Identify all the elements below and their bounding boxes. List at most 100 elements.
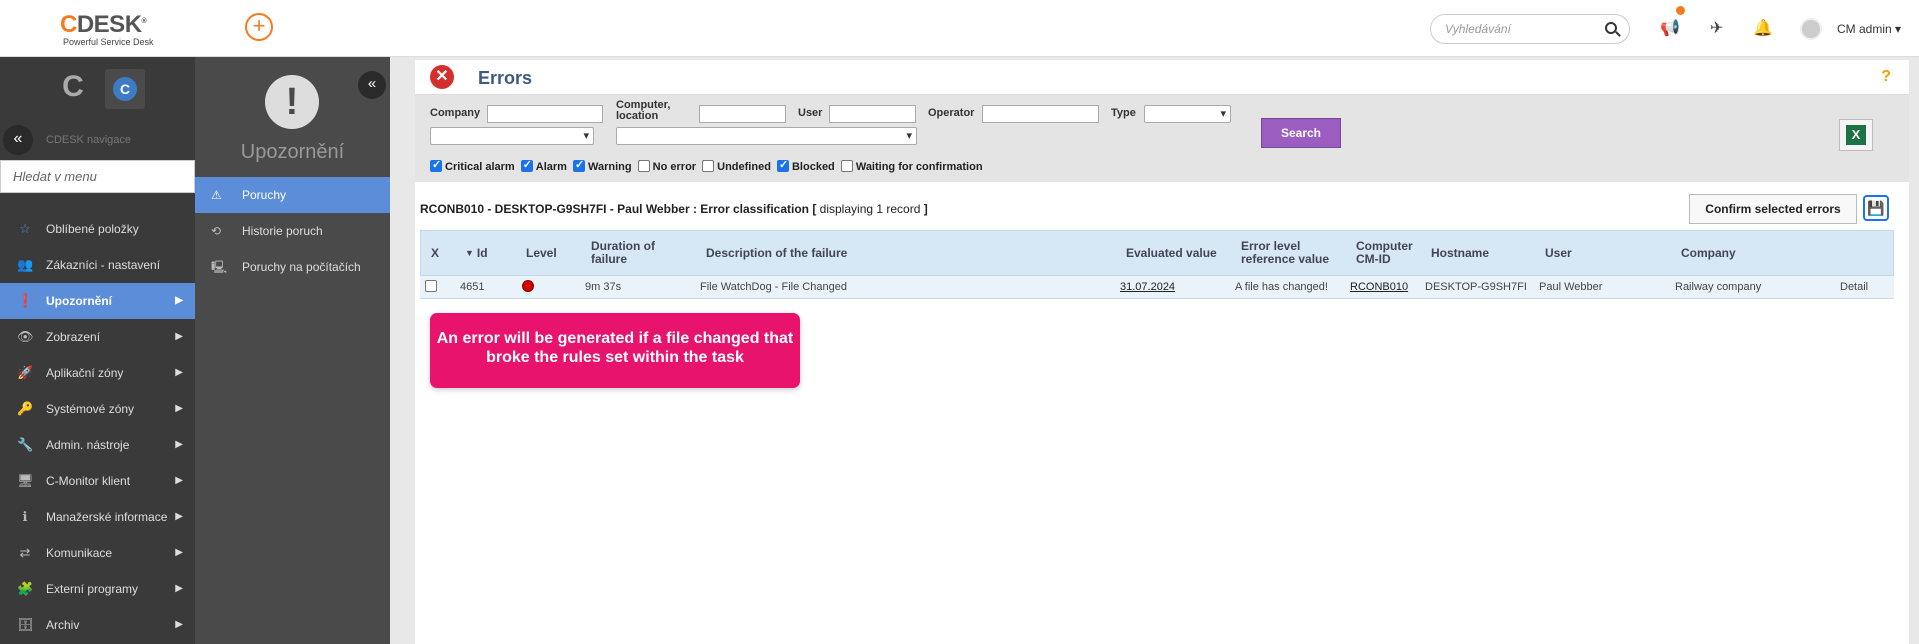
- excel-icon: X: [1846, 125, 1866, 145]
- warning-checkbox[interactable]: Warning: [573, 158, 632, 173]
- bell-icon[interactable]: 🔔: [1753, 18, 1773, 38]
- help-icon[interactable]: ?: [1881, 68, 1891, 86]
- puzzle-icon: 🧩: [17, 581, 34, 596]
- operator-input[interactable]: [982, 105, 1099, 123]
- col-header-duration[interactable]: Duration of failure: [591, 231, 671, 275]
- avatar[interactable]: [1800, 18, 1822, 40]
- users-icon: 👥: [17, 257, 34, 272]
- cell-hostname: DESKTOP-G9SH7FI: [1425, 281, 1527, 293]
- sidebar-item-system-zones[interactable]: 🔑 Systémové zóny ▶: [0, 391, 195, 427]
- col-header-user[interactable]: User: [1545, 231, 1572, 275]
- company-select[interactable]: [430, 127, 594, 145]
- sidebar-nav-row: « CDESK navigace: [0, 125, 195, 155]
- airplane-icon[interactable]: ✈: [1710, 18, 1723, 38]
- sidebar-item-label: Externí programy: [46, 582, 139, 596]
- exchange-icon: ⇄: [19, 545, 31, 560]
- search-icon[interactable]: [1605, 22, 1617, 34]
- summary-close: ]: [923, 202, 928, 216]
- detail-link[interactable]: Detail: [1840, 276, 1868, 298]
- sidebar-item-favorites[interactable]: ☆ Oblíbené položky: [0, 211, 195, 247]
- sidebar-item-alerts[interactable]: ❗ Upozornění ▶: [0, 283, 195, 319]
- sidebar-item-label: Zákazníci - nastavení: [46, 258, 161, 272]
- submenu-item-failure-history[interactable]: ⟲ Historie poruch: [195, 213, 390, 249]
- submenu-item-label: Historie poruch: [242, 224, 323, 238]
- top-bar: CDESK® Powerful Service Desk + Vyhledává…: [0, 0, 1919, 57]
- megaphone-icon[interactable]: 📢: [1660, 18, 1680, 38]
- col-header-computer[interactable]: Computer CM-ID: [1356, 231, 1416, 275]
- col-header-company[interactable]: Company: [1681, 231, 1736, 275]
- error-level-filters: Critical alarm Alarm Warning No error Un…: [430, 158, 986, 173]
- sidebar-item-external-programs[interactable]: 🧩 Externí programy ▶: [0, 571, 195, 607]
- col-header-level[interactable]: Level: [526, 231, 557, 275]
- sidebar-item-management-info[interactable]: ℹ Manažerské informace ▶: [0, 499, 195, 535]
- notification-dot: [1676, 6, 1685, 15]
- cell-computer-link[interactable]: RCONB010: [1350, 276, 1408, 298]
- submenu-sidebar: « ! Upozornění ⚠ Poruchy ⟲ Historie poruch…: [195, 57, 390, 644]
- main-sidebar: C C « CDESK navigace Hledat v menu ☆ Oblí…: [0, 57, 195, 644]
- computer-select[interactable]: [616, 127, 917, 145]
- menu-search-input[interactable]: Hledat v menu: [0, 160, 195, 193]
- blocked-checkbox[interactable]: Blocked: [776, 158, 835, 173]
- sidebar-item-cmonitor-client[interactable]: 🖥 C-Monitor klient ▶: [0, 463, 195, 499]
- star-icon: ☆: [19, 221, 31, 236]
- confirm-selected-errors-button[interactable]: Confirm selected errors: [1689, 194, 1857, 224]
- col-header-id-label: Id: [476, 245, 488, 260]
- sidebar-item-label: Aplikační zóny: [46, 366, 124, 380]
- col-header-error-ref[interactable]: Error level reference value: [1241, 231, 1336, 275]
- cdesk-app-icon[interactable]: C: [105, 69, 145, 109]
- submenu-collapse-button[interactable]: «: [358, 71, 386, 99]
- company-input[interactable]: [487, 105, 603, 123]
- sidebar-item-app-zones[interactable]: 🚀 Aplikační zóny ▶: [0, 355, 195, 391]
- col-header-description[interactable]: Description of the failure: [706, 231, 847, 275]
- user-input[interactable]: [829, 105, 916, 123]
- wrench-icon: 🔧: [17, 437, 34, 452]
- sidebar-item-display[interactable]: 👁 Zobrazení ▶: [0, 319, 195, 355]
- sidebar-collapse-button[interactable]: «: [3, 125, 33, 155]
- submenu-item-failures[interactable]: ⚠ Poruchy: [195, 177, 390, 213]
- col-header-id[interactable]: ▼ Id: [465, 231, 488, 275]
- col-header-hostname[interactable]: Hostname: [1431, 231, 1489, 275]
- type-select[interactable]: [1144, 105, 1231, 123]
- waiting-confirmation-checkbox[interactable]: Waiting for confirmation: [840, 160, 983, 173]
- user-menu[interactable]: CM admin ▾: [1837, 22, 1901, 36]
- cmonitor-logo-icon[interactable]: C: [55, 69, 91, 105]
- key-icon: 🔑: [17, 401, 34, 416]
- critical-alarm-checkbox[interactable]: Critical alarm: [430, 158, 515, 173]
- chevron-right-icon: ▶: [175, 331, 183, 342]
- sidebar-item-communication[interactable]: ⇄ Komunikace ▶: [0, 535, 195, 571]
- global-search-input[interactable]: Vyhledávání: [1430, 14, 1630, 44]
- add-new-button[interactable]: +: [245, 13, 273, 41]
- save-icon[interactable]: 💾: [1863, 195, 1889, 221]
- sidebar-item-label: Manažerské informace: [46, 510, 168, 524]
- undefined-checkbox[interactable]: Undefined: [702, 160, 771, 173]
- submenu-item-computer-failures[interactable]: 🖳 Poruchy na počítačích: [195, 249, 390, 285]
- alert-icon: !: [265, 75, 319, 129]
- cell-level: [522, 276, 534, 298]
- sort-desc-icon: ▼: [465, 247, 474, 258]
- page-title: Errors: [478, 68, 533, 88]
- operator-label: Operator: [928, 107, 975, 119]
- submenu-list: ⚠ Poruchy ⟲ Historie poruch 🖳 Poruchy na po…: [195, 177, 390, 285]
- col-header-evaluated[interactable]: Evaluated value: [1126, 231, 1217, 275]
- search-button[interactable]: Search: [1261, 118, 1341, 148]
- row-checkbox[interactable]: [425, 276, 437, 298]
- callout-tooltip: An error will be generated if a file cha…: [430, 313, 800, 388]
- alarm-checkbox[interactable]: Alarm: [520, 158, 567, 173]
- cell-evaluated-link[interactable]: 31.07.2024: [1120, 276, 1175, 298]
- history-icon: ⟲: [211, 224, 222, 238]
- excel-export-button[interactable]: X: [1839, 119, 1873, 151]
- chevron-right-icon: ▶: [175, 439, 183, 450]
- sidebar-item-admin-tools[interactable]: 🔧 Admin. nástroje ▶: [0, 427, 195, 463]
- cdesk-logo[interactable]: CDESK® Powerful Service Desk: [60, 10, 154, 48]
- monitor-icon: 🖥: [17, 473, 34, 488]
- col-header-x[interactable]: X: [431, 231, 439, 275]
- computer-input[interactable]: [699, 105, 786, 123]
- page-header: ✕ Errors ?: [415, 60, 1909, 95]
- sidebar-item-archive[interactable]: 🗄 Archiv ▶: [0, 607, 195, 643]
- computer-icon: 🖳: [211, 260, 228, 274]
- alert-icon: ❗: [17, 293, 34, 308]
- no-error-checkbox[interactable]: No error: [637, 160, 696, 173]
- table-row[interactable]: 4651 9m 37s File WatchDog - File Changed…: [420, 276, 1894, 299]
- record-count: displaying 1 record: [819, 202, 921, 216]
- sidebar-item-customers[interactable]: 👥 Zákazníci - nastavení: [0, 247, 195, 283]
